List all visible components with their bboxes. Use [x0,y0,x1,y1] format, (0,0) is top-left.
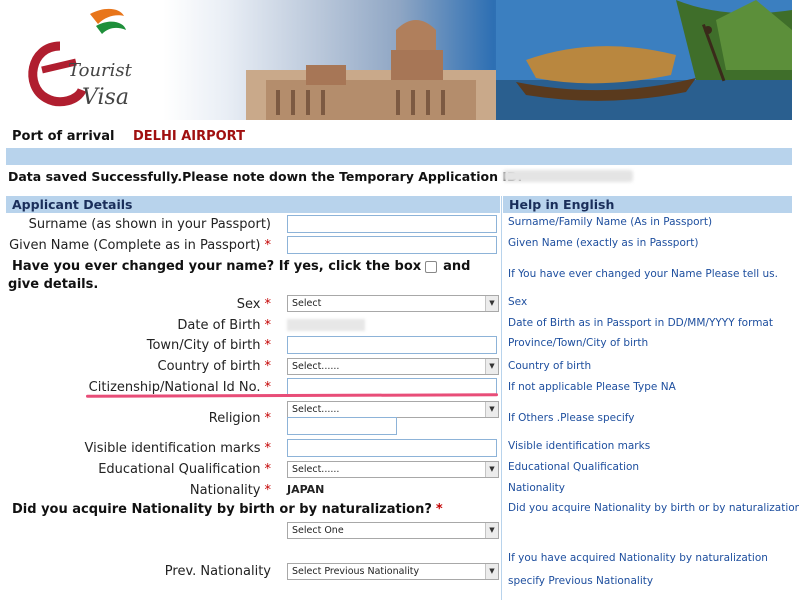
save-notice: Data saved Successfully.Please note down… [6,166,792,188]
chevron-down-icon: ▼ [485,523,498,538]
acquire-nationality-help: Did you acquire Nationality by birth or … [508,502,799,514]
required-marker: * [264,238,272,253]
changed-name-question: Have you ever changed your name? If yes,… [12,259,471,274]
dob-help: Date of Birth as in Passport in DD/MM/YY… [508,317,773,329]
country-select[interactable]: Select...... ▼ [287,358,499,375]
education-label: Educational Qualification * [98,462,271,477]
divider-bar [6,148,792,165]
religion-label: Religion * [208,411,271,426]
sex-help: Sex [508,296,528,308]
chevron-down-icon: ▼ [485,564,498,579]
help-header: Help in English [503,196,792,213]
column-divider [501,196,502,600]
government-building-image [246,20,496,120]
country-label: Country of birth * [157,359,271,374]
svg-text:Visa: Visa [82,85,129,110]
sex-label: Sex * [236,297,271,312]
svg-text:Tourist: Tourist [68,60,133,81]
save-notice-text: Data saved Successfully.Please note down… [8,169,523,184]
prev-nationality-label: Prev. Nationality [164,564,271,579]
chevron-down-icon: ▼ [485,296,498,311]
country-help: Country of birth [508,360,592,372]
prev-nationality-help-b: specify Previous Nationality [508,575,654,587]
nationality-help: Nationality [508,482,566,494]
town-input[interactable] [287,336,497,354]
town-label: Town/City of birth * [146,338,271,353]
acquire-nationality-question: Did you acquire Nationality by birth or … [12,502,443,517]
changed-name-checkbox[interactable] [425,260,438,273]
nationality-value: JAPAN [287,483,325,496]
chevron-down-icon: ▼ [485,462,498,477]
given-name-label: Given Name (Complete as in Passport) * [9,238,271,253]
houseboat-scene-image [496,0,792,120]
chevron-down-icon: ▼ [485,402,498,417]
education-help: Educational Qualification [508,461,640,473]
dob-value-redacted [287,319,365,331]
port-of-arrival-label: Port of arrival [12,129,115,144]
changed-name-question-cont: give details. [8,277,99,292]
temporary-application-id-redacted [503,170,633,182]
citizenship-label: Citizenship/National Id No. * [88,380,271,395]
port-of-arrival-row: Port of arrival DELHI AIRPORT [6,126,792,148]
education-select[interactable]: Select...... ▼ [287,461,499,478]
highlight-underline [85,393,499,398]
etourist-visa-logo: Tourist Visa [28,8,133,110]
prev-nationality-help-a: If you have acquired Nationality by natu… [508,552,768,564]
sex-select[interactable]: Select ▼ [287,295,499,312]
given-name-help: Given Name (exactly as in Passport) [508,237,699,249]
surname-input[interactable] [287,215,497,233]
religion-select[interactable]: Select...... ▼ [287,401,499,418]
religion-other-input[interactable] [287,417,397,435]
chevron-down-icon: ▼ [485,359,498,374]
citizenship-help: If not applicable Please Type NA [508,381,676,393]
nationality-label: Nationality * [189,483,271,498]
acquire-nationality-select[interactable]: Select One ▼ [287,522,499,539]
prev-nationality-select[interactable]: Select Previous Nationality ▼ [287,563,499,580]
dob-label: Date of Birth * [177,318,271,333]
religion-help: If Others .Please specify [508,412,635,424]
port-of-arrival-value: DELHI AIRPORT [133,129,245,144]
applicant-details-header: Applicant Details [6,196,500,213]
marks-label: Visible identification marks * [84,441,271,456]
marks-input[interactable] [287,439,497,457]
marks-help: Visible identification marks [508,440,651,452]
town-help: Province/Town/City of birth [508,337,649,349]
changed-name-help: If You have ever changed your Name Pleas… [508,268,778,280]
site-banner: Tourist Visa [6,0,792,120]
given-name-input[interactable] [287,236,497,254]
surname-label: Surname (as shown in your Passport) [28,217,271,232]
surname-help: Surname/Family Name (As in Passport) [508,216,713,228]
